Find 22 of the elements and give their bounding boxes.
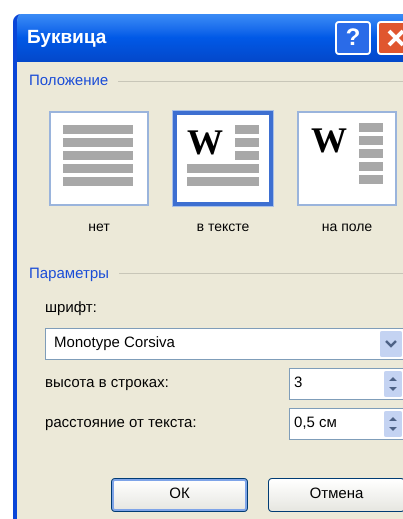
chevron-down-icon[interactable]	[380, 330, 402, 356]
close-icon	[386, 28, 403, 48]
ok-button[interactable]: ОК	[111, 478, 248, 512]
font-dropdown[interactable]: Monotype Corsiva	[45, 328, 403, 360]
close-button[interactable]	[377, 21, 403, 55]
spin-field[interactable]: 0,5 см	[289, 408, 403, 440]
window-title: Буквица	[27, 26, 106, 50]
spin-field[interactable]: 3	[289, 368, 403, 400]
group-legend: Положение	[29, 70, 108, 92]
field-label: расстояние от текста:	[45, 413, 197, 434]
drop-cap-option[interactable]: W	[297, 110, 397, 206]
help-button[interactable]: ?	[335, 21, 371, 55]
field-label: высота в строках:	[45, 373, 169, 394]
drop-cap-option[interactable]: W	[173, 110, 273, 206]
option-label: нет	[88, 216, 110, 236]
group-legend: Параметры	[29, 262, 109, 285]
field-label: шрифт:	[45, 298, 98, 318]
option-label: на поле	[322, 216, 372, 236]
spinner-arrows-icon[interactable]	[384, 370, 402, 396]
spinner-arrows-icon[interactable]	[384, 410, 402, 436]
option-label: в тексте	[196, 216, 250, 236]
cancel-button[interactable]: Отмена	[268, 478, 403, 512]
